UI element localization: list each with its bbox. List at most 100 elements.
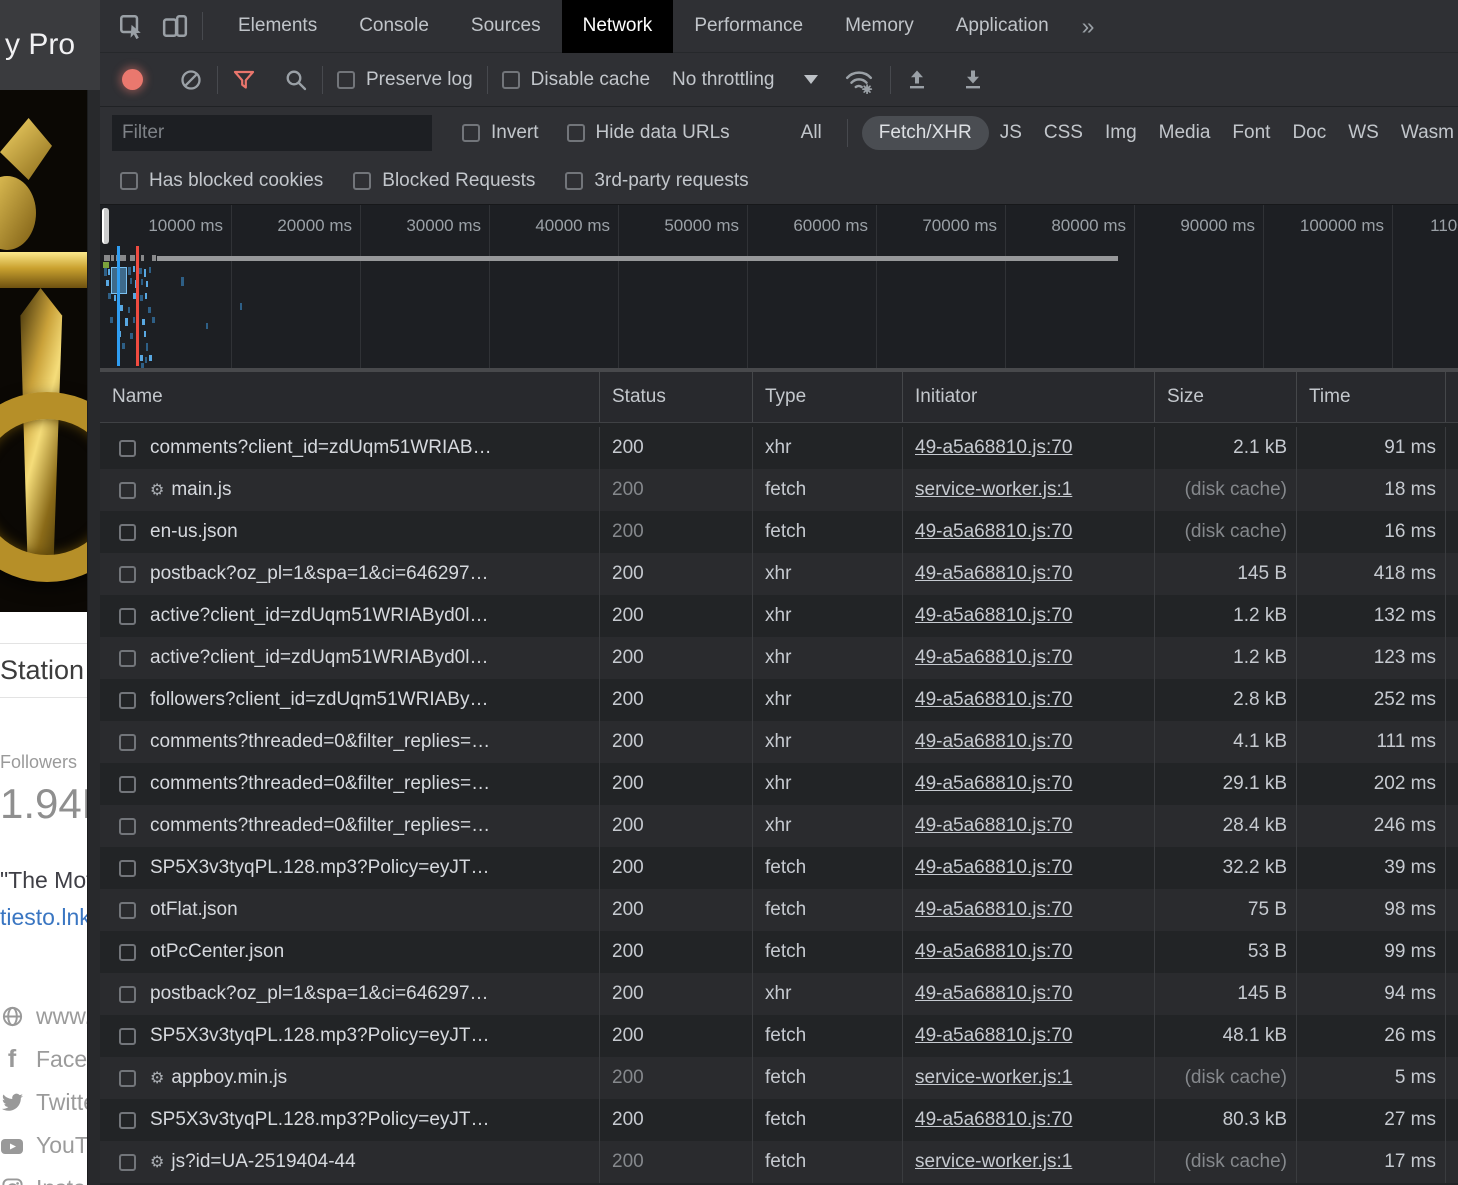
row-checkbox[interactable] — [119, 734, 136, 751]
table-row[interactable]: followers?client_id=zdUqm51WRIABy…200xhr… — [100, 679, 1458, 721]
filter-input[interactable] — [112, 115, 432, 151]
preserve-log-checkbox[interactable] — [337, 71, 355, 89]
request-name[interactable]: SP5X3v3tyqPL.128.mp3?Policy=eyJT… — [150, 1025, 490, 1047]
request-initiator-link[interactable]: 49-a5a68810.js:70 — [915, 437, 1072, 459]
table-row[interactable]: ⚙appboy.min.js200fetchservice-worker.js:… — [100, 1057, 1458, 1099]
artist-bio-link[interactable]: tiesto.lnk — [0, 904, 91, 931]
column-header-initiator[interactable]: Initiator — [903, 372, 1155, 422]
request-name[interactable]: comments?threaded=0&filter_replies=… — [150, 773, 490, 795]
request-initiator-link[interactable]: 49-a5a68810.js:70 — [915, 647, 1072, 669]
filter-funnel-icon[interactable] — [232, 68, 256, 92]
request-initiator-link[interactable]: 49-a5a68810.js:70 — [915, 1025, 1072, 1047]
request-initiator-link[interactable]: 49-a5a68810.js:70 — [915, 899, 1072, 921]
request-name[interactable]: comments?threaded=0&filter_replies=… — [150, 731, 490, 753]
row-checkbox[interactable] — [119, 818, 136, 835]
type-filter-font[interactable]: Font — [1221, 116, 1281, 150]
table-row[interactable]: en-us.json200fetch49-a5a68810.js:70(disk… — [100, 511, 1458, 553]
tab-sources[interactable]: Sources — [450, 0, 562, 53]
table-row[interactable]: SP5X3v3tyqPL.128.mp3?Policy=eyJT…200fetc… — [100, 1015, 1458, 1057]
request-name[interactable]: comments?client_id=zdUqm51WRIAB… — [150, 437, 492, 459]
social-link-youtube[interactable]: YouTu — [0, 1124, 100, 1167]
request-name[interactable]: followers?client_id=zdUqm51WRIABy… — [150, 689, 488, 711]
more-tabs-button[interactable]: » — [1070, 13, 1107, 40]
table-row[interactable]: otPcCenter.json200fetch49-a5a68810.js:70… — [100, 931, 1458, 973]
type-filter-wasm[interactable]: Wasm — [1390, 116, 1458, 150]
tab-network[interactable]: Network — [562, 0, 674, 53]
record-icon[interactable] — [122, 69, 143, 90]
disable-cache-checkbox[interactable] — [502, 71, 520, 89]
tab-memory[interactable]: Memory — [824, 0, 935, 53]
request-name[interactable]: main.js — [171, 479, 231, 501]
clear-icon[interactable] — [179, 68, 203, 92]
device-toolbar-icon[interactable] — [162, 13, 188, 39]
row-checkbox[interactable] — [119, 776, 136, 793]
social-link-facebook[interactable]: fFaceb — [0, 1038, 100, 1081]
network-overview-timeline[interactable]: 10000 ms20000 ms30000 ms40000 ms50000 ms… — [100, 205, 1458, 368]
request-name[interactable]: postback?oz_pl=1&spa=1&ci=646297… — [150, 983, 489, 1005]
row-checkbox[interactable] — [119, 1070, 136, 1087]
request-name[interactable]: SP5X3v3tyqPL.128.mp3?Policy=eyJT… — [150, 857, 490, 879]
network-conditions-icon[interactable] — [842, 68, 876, 92]
request-initiator-link[interactable]: 49-a5a68810.js:70 — [915, 857, 1072, 879]
row-checkbox[interactable] — [119, 1028, 136, 1045]
tab-performance[interactable]: Performance — [673, 0, 824, 53]
row-checkbox[interactable] — [119, 944, 136, 961]
table-row[interactable]: postback?oz_pl=1&spa=1&ci=646297…200xhr4… — [100, 973, 1458, 1015]
tab-console[interactable]: Console — [338, 0, 450, 53]
row-checkbox[interactable] — [119, 440, 136, 457]
table-row[interactable]: SP5X3v3tyqPL.128.mp3?Policy=eyJT…200fetc… — [100, 1099, 1458, 1141]
request-name[interactable]: js?id=UA-2519404-44 — [171, 1151, 355, 1173]
inspect-element-icon[interactable] — [118, 13, 144, 39]
request-initiator-link[interactable]: 49-a5a68810.js:70 — [915, 815, 1072, 837]
table-row[interactable]: comments?threaded=0&filter_replies=…200x… — [100, 805, 1458, 847]
type-filter-media[interactable]: Media — [1148, 116, 1222, 150]
row-checkbox[interactable] — [119, 902, 136, 919]
request-initiator-link[interactable]: 49-a5a68810.js:70 — [915, 941, 1072, 963]
type-filter-img[interactable]: Img — [1094, 116, 1148, 150]
request-name[interactable]: SP5X3v3tyqPL.128.mp3?Policy=eyJT… — [150, 1109, 490, 1131]
request-name[interactable]: otFlat.json — [150, 899, 238, 921]
table-row[interactable]: SP5X3v3tyqPL.128.mp3?Policy=eyJT…200fetc… — [100, 847, 1458, 889]
row-checkbox[interactable] — [119, 566, 136, 583]
row-checkbox[interactable] — [119, 692, 136, 709]
request-name[interactable]: appboy.min.js — [171, 1067, 287, 1089]
row-checkbox[interactable] — [119, 1154, 136, 1171]
table-row[interactable]: comments?threaded=0&filter_replies=…200x… — [100, 763, 1458, 805]
page-scrollbar[interactable] — [87, 90, 100, 1185]
station-button[interactable]: Station — [0, 643, 92, 698]
table-row[interactable]: ⚙main.js200fetchservice-worker.js:1(disk… — [100, 469, 1458, 511]
blocked-requests-checkbox[interactable] — [353, 172, 371, 190]
social-link-instagram[interactable]: Instag — [0, 1167, 100, 1185]
request-name[interactable]: postback?oz_pl=1&spa=1&ci=646297… — [150, 563, 489, 585]
tab-elements[interactable]: Elements — [217, 0, 338, 53]
row-checkbox[interactable] — [119, 482, 136, 499]
column-header-time[interactable]: Time — [1297, 372, 1446, 422]
social-link-twitter[interactable]: Twitte — [0, 1081, 100, 1124]
table-row[interactable]: active?client_id=zdUqm51WRIAByd0l…200xhr… — [100, 637, 1458, 679]
request-initiator-link[interactable]: 49-a5a68810.js:70 — [915, 605, 1072, 627]
request-name[interactable]: otPcCenter.json — [150, 941, 284, 963]
has-blocked-cookies-checkbox[interactable] — [120, 172, 138, 190]
table-row[interactable]: ⚙js?id=UA-2519404-44200fetchservice-work… — [100, 1141, 1458, 1183]
column-header-size[interactable]: Size — [1155, 372, 1297, 422]
row-checkbox[interactable] — [119, 650, 136, 667]
3rd-party-requests-checkbox[interactable] — [565, 172, 583, 190]
search-icon[interactable] — [284, 68, 308, 92]
type-filter-ws[interactable]: WS — [1337, 116, 1390, 150]
hide-data-urls-checkbox[interactable] — [567, 124, 585, 142]
type-filter-all[interactable]: All — [790, 116, 833, 150]
row-checkbox[interactable] — [119, 1112, 136, 1129]
type-filter-doc[interactable]: Doc — [1281, 116, 1337, 150]
request-initiator-link[interactable]: 49-a5a68810.js:70 — [915, 773, 1072, 795]
request-initiator-link[interactable]: service-worker.js:1 — [915, 1151, 1072, 1173]
request-initiator-link[interactable]: 49-a5a68810.js:70 — [915, 731, 1072, 753]
row-checkbox[interactable] — [119, 986, 136, 1003]
type-filter-fetch-xhr[interactable]: Fetch/XHR — [862, 116, 989, 150]
request-initiator-link[interactable]: 49-a5a68810.js:70 — [915, 689, 1072, 711]
table-row[interactable]: comments?client_id=zdUqm51WRIAB…200xhr49… — [100, 427, 1458, 469]
throttling-select[interactable]: No throttling — [672, 69, 774, 91]
request-initiator-link[interactable]: 49-a5a68810.js:70 — [915, 521, 1072, 543]
row-checkbox[interactable] — [119, 608, 136, 625]
row-checkbox[interactable] — [119, 524, 136, 541]
type-filter-js[interactable]: JS — [989, 116, 1033, 150]
